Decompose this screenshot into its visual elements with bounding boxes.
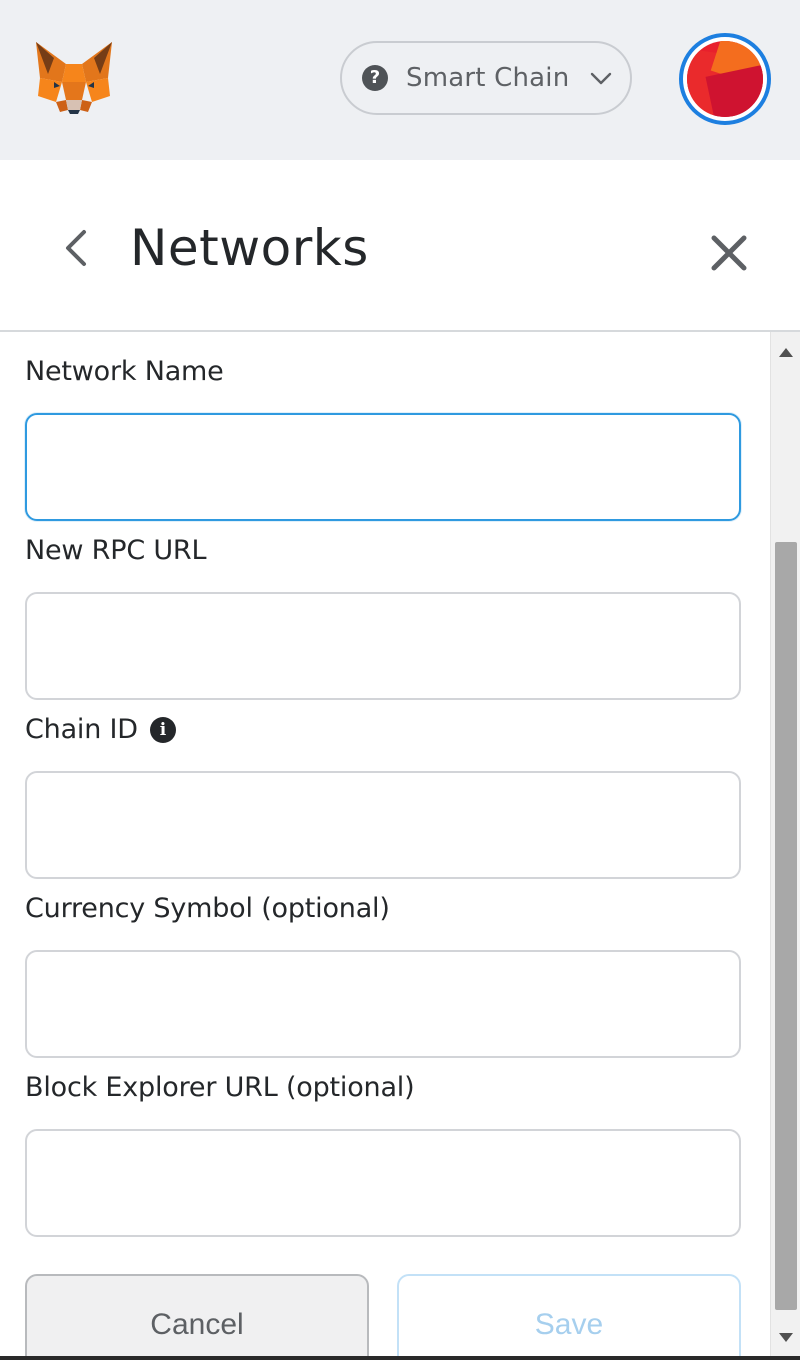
cancel-button[interactable]: Cancel	[25, 1274, 369, 1360]
currency-symbol-input[interactable]	[25, 950, 741, 1058]
close-button[interactable]	[706, 230, 752, 276]
app-header: ? Smart Chain	[0, 0, 800, 160]
block-explorer-input[interactable]	[25, 1129, 741, 1237]
metamask-popup: ? Smart Chain Networks Network Name New …	[0, 0, 800, 1360]
block-explorer-label: Block Explorer URL (optional)	[25, 1072, 415, 1103]
rpc-url-input[interactable]	[25, 592, 741, 700]
network-name-input[interactable]	[25, 413, 741, 521]
network-name-label: Network Name	[25, 356, 224, 387]
network-selector[interactable]: ? Smart Chain	[340, 41, 632, 115]
currency-symbol-label: Currency Symbol (optional)	[25, 893, 390, 924]
chevron-left-icon	[66, 230, 86, 266]
window-bottom-edge	[0, 1356, 800, 1360]
back-button[interactable]	[56, 226, 96, 270]
scroll-down-arrow-icon[interactable]	[779, 1333, 793, 1342]
info-circle-icon[interactable]: i	[149, 717, 176, 743]
cancel-button-label: Cancel	[150, 1308, 244, 1341]
network-form: Network Name New RPC URL Chain ID i Curr…	[0, 332, 770, 1360]
network-label: Smart Chain	[406, 63, 570, 93]
question-circle-icon: ?	[362, 65, 388, 91]
metamask-fox-icon[interactable]	[32, 38, 116, 118]
page-header: Networks	[0, 160, 800, 332]
jazzicon-avatar	[687, 41, 763, 117]
scrollbar-thumb[interactable]	[775, 542, 797, 1310]
rpc-url-label: New RPC URL	[25, 535, 207, 566]
vertical-scrollbar[interactable]	[770, 332, 800, 1360]
save-button-label: Save	[534, 1308, 604, 1341]
close-icon	[711, 235, 747, 271]
chevron-down-icon	[589, 66, 613, 90]
save-button[interactable]: Save	[397, 1274, 741, 1360]
scroll-up-arrow-icon[interactable]	[779, 348, 793, 357]
chain-id-label: Chain ID i	[25, 712, 176, 748]
account-avatar[interactable]	[679, 33, 771, 125]
chain-id-input[interactable]	[25, 771, 741, 879]
page-title: Networks	[130, 219, 369, 277]
